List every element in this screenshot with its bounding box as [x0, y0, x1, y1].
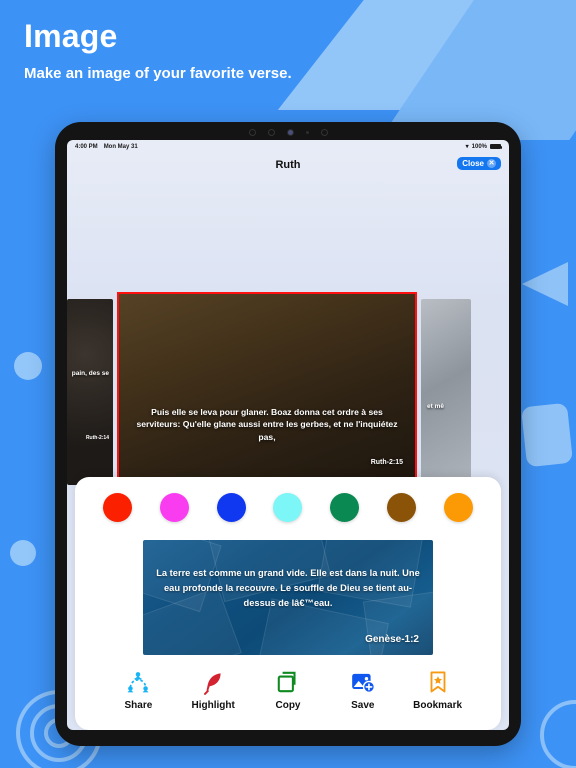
status-bar: 4:00 PM Mon May 31 ▾ 100%: [67, 140, 509, 153]
verse-preview-reference: Genèse-1:2: [365, 634, 419, 645]
copy-icon: [275, 669, 301, 695]
circle-dot-lower: [10, 540, 36, 566]
color-swatch-green[interactable]: [330, 493, 360, 522]
action-save-button[interactable]: Save: [325, 669, 400, 711]
verse-preview-card[interactable]: La terre est comme un grand vide. Elle e…: [143, 540, 433, 655]
verse-preview-text: La terre est comme un grand vide. Elle e…: [156, 568, 420, 608]
status-date: Mon May 31: [103, 143, 138, 150]
action-highlight-label: Highlight: [191, 700, 235, 711]
screen-title: Ruth: [275, 159, 301, 171]
status-bar-left: 4:00 PM Mon May 31: [75, 144, 138, 150]
triangle-shape: [522, 262, 568, 306]
wifi-icon: ▾: [465, 144, 469, 150]
carousel-card-previous-text: pain, des se: [71, 370, 109, 377]
page-title: Image: [24, 18, 118, 54]
carousel-card-previous[interactable]: pain, des se Ruth-2:14: [67, 299, 113, 485]
page-header: Image Make an image of your favorite ver…: [0, 0, 576, 100]
action-save-label: Save: [351, 700, 375, 711]
share-network-icon: [125, 669, 151, 695]
bookmark-star-icon: [425, 669, 451, 695]
carousel-card-selected-reference: Ruth-2:15: [370, 459, 403, 466]
rounded-square-shape: [520, 402, 574, 468]
save-image-icon: [350, 669, 376, 695]
sensor-icon: [320, 129, 328, 136]
action-share-label: Share: [124, 700, 153, 711]
action-bookmark-button[interactable]: Bookmark: [400, 669, 475, 711]
color-swatch-brown[interactable]: [387, 493, 417, 522]
carousel-card-next[interactable]: et mê: [421, 299, 471, 485]
bottom-sheet-panel: La terre est comme un grand vide. Elle e…: [75, 477, 501, 730]
ring-right: [540, 700, 576, 768]
carousel-card-previous-reference: Ruth-2:14: [85, 435, 109, 441]
navigation-bar: Ruth Close ✕: [67, 153, 509, 177]
sensor-icon: [248, 129, 256, 136]
color-swatch-magenta[interactable]: [159, 493, 189, 522]
status-bar-right: ▾ 100%: [465, 143, 502, 150]
action-copy-label: Copy: [275, 700, 301, 711]
action-bookmark-label: Bookmark: [413, 700, 463, 711]
close-button-label: Close: [462, 159, 484, 168]
action-share-button[interactable]: Share: [101, 669, 176, 711]
action-highlight-button[interactable]: Highlight: [176, 669, 251, 711]
carousel-card-selected-text: Puis elle se leva pour glaner. Boaz donn…: [136, 407, 398, 442]
close-circle-icon: ✕: [487, 159, 496, 168]
battery-percent: 100%: [471, 143, 487, 150]
verse-image-carousel[interactable]: pain, des se Ruth-2:14 Puis elle se leva…: [67, 292, 509, 492]
color-swatch-orange[interactable]: [443, 493, 473, 522]
carousel-card-selected[interactable]: Puis elle se leva pour glaner. Boaz donn…: [117, 292, 417, 492]
battery-full-icon: [490, 144, 502, 149]
tablet-screen: 4:00 PM Mon May 31 ▾ 100% Ruth Close ✕ p…: [67, 140, 509, 730]
microphone-icon: [305, 131, 309, 134]
sensor-icon: [267, 129, 275, 136]
tablet-device-frame: 4:00 PM Mon May 31 ▾ 100% Ruth Close ✕ p…: [55, 122, 521, 746]
close-button[interactable]: Close ✕: [457, 157, 501, 170]
color-swatch-red[interactable]: [103, 493, 132, 522]
color-swatch-row[interactable]: [89, 493, 487, 522]
color-swatch-cyan[interactable]: [273, 493, 303, 522]
page-subtitle: Make an image of your favorite verse.: [24, 65, 292, 82]
action-copy-button[interactable]: Copy: [251, 669, 326, 711]
status-time: 4:00 PM: [75, 143, 98, 150]
tablet-camera-cluster: [55, 129, 521, 136]
circle-dot-upper: [14, 352, 42, 380]
front-camera-icon: [286, 129, 294, 136]
carousel-card-next-text: et mê: [427, 403, 444, 410]
feather-icon: [200, 669, 226, 695]
action-toolbar[interactable]: Share Highlight Copy Save Bookmark: [89, 655, 487, 711]
color-swatch-blue[interactable]: [216, 493, 246, 522]
